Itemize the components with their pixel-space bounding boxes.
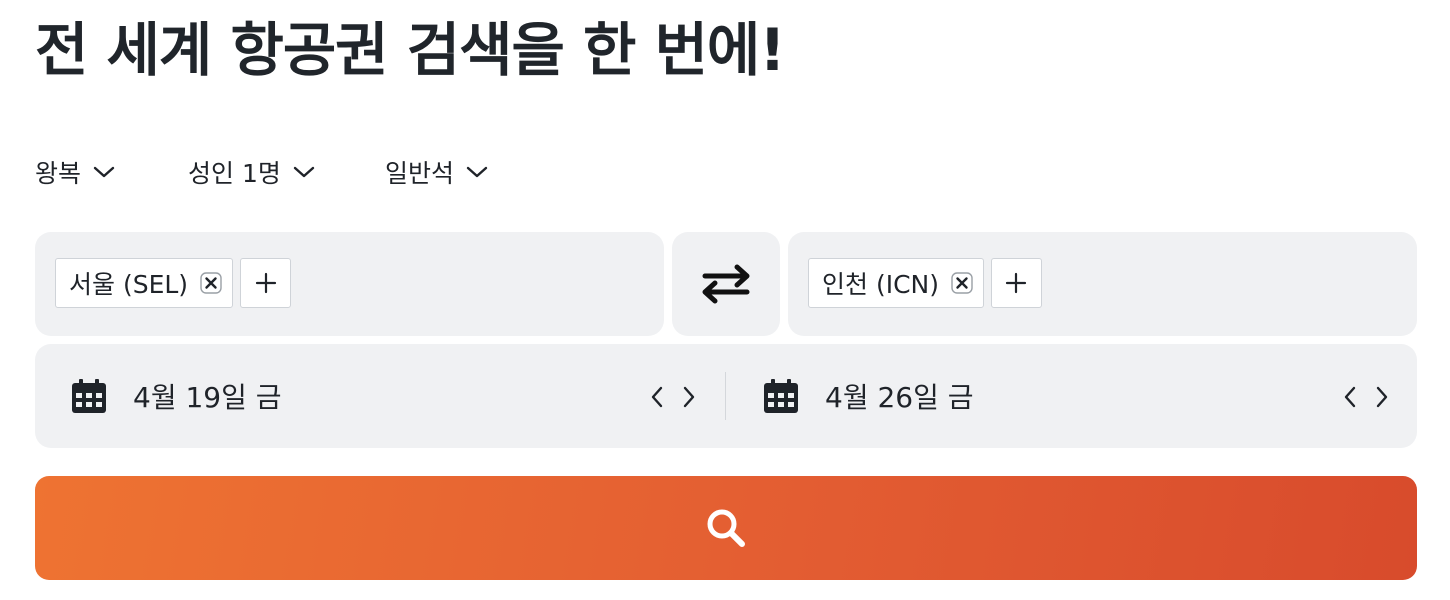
chevron-left-icon[interactable] (1334, 382, 1366, 412)
origin-chip-label: 서울 (SEL) (69, 270, 189, 299)
destination-field[interactable]: 인천 (ICN) (788, 232, 1417, 336)
date-divider (725, 372, 726, 420)
page-title: 전 세계 항공권 검색을 한 번에! (35, 16, 786, 84)
destination-chip: 인천 (ICN) (808, 258, 984, 308)
chevron-down-icon (466, 165, 488, 179)
add-destination-button[interactable] (990, 258, 1042, 308)
chevron-down-icon (93, 165, 115, 179)
depart-date-stepper (641, 382, 705, 412)
cabin-class-label: 일반석 (385, 159, 455, 188)
chevron-right-icon[interactable] (1366, 382, 1398, 412)
passengers-label: 성인 1명 (188, 159, 281, 188)
swap-arrows-icon (697, 261, 755, 307)
search-icon (705, 507, 747, 549)
calendar-icon (71, 378, 107, 414)
search-options: 왕복 성인 1명 일반석 (35, 150, 488, 194)
chevron-left-icon[interactable] (641, 382, 673, 412)
chevron-right-icon[interactable] (673, 382, 705, 412)
swap-button[interactable] (672, 232, 780, 336)
plus-icon (1005, 272, 1027, 294)
depart-date-label: 4월 19일 금 (133, 381, 282, 414)
return-date-stepper (1334, 382, 1398, 412)
depart-date[interactable]: 4월 19일 금 (71, 344, 691, 448)
search-button[interactable] (35, 476, 1417, 580)
plus-icon (255, 272, 277, 294)
passengers-dropdown[interactable]: 성인 1명 (188, 154, 385, 190)
trip-type-dropdown[interactable]: 왕복 (35, 154, 188, 190)
close-icon[interactable] (200, 272, 222, 294)
return-date[interactable]: 4월 26일 금 (763, 344, 1393, 448)
destination-chip-label: 인천 (ICN) (822, 270, 939, 299)
cabin-class-dropdown[interactable]: 일반석 (385, 154, 488, 190)
calendar-icon (763, 378, 799, 414)
return-date-label: 4월 26일 금 (825, 381, 974, 414)
origin-chip: 서울 (SEL) (55, 258, 234, 308)
trip-type-label: 왕복 (35, 159, 82, 188)
chevron-down-icon (293, 165, 315, 179)
close-icon[interactable] (951, 272, 973, 294)
add-origin-button[interactable] (240, 258, 292, 308)
origin-field[interactable]: 서울 (SEL) (35, 232, 664, 336)
dates-field: 4월 19일 금 4월 26일 금 (35, 344, 1417, 448)
